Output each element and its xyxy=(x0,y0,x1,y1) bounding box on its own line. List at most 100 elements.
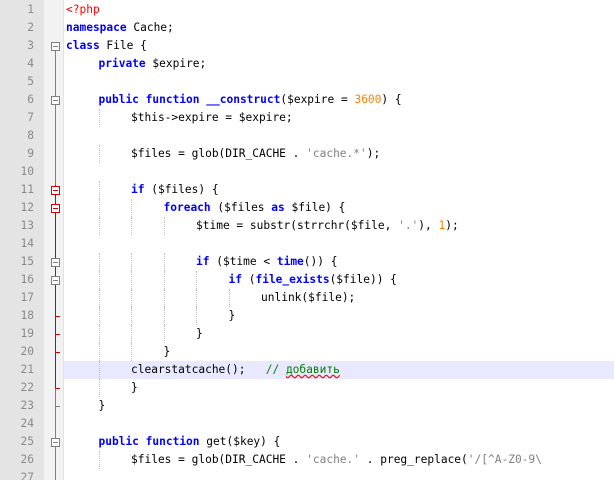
indent-guide xyxy=(163,271,165,289)
code-line[interactable] xyxy=(64,73,614,91)
code-editor[interactable]: 1 2 3 4 5 6 7 8 9 10 11 12 13 14 15 16 17 18 19 20 21 22 23 24 2… xyxy=(0,0,614,480)
code-line[interactable]: namespace Cache; xyxy=(64,19,614,37)
code-line[interactable]: if ($time < time()) { xyxy=(64,253,614,271)
code-line[interactable]: <?php xyxy=(64,1,614,19)
code-line[interactable]: private $expire; xyxy=(64,55,614,73)
code-line[interactable] xyxy=(64,127,614,145)
code-line[interactable]: } xyxy=(64,325,614,343)
fold-end-marker xyxy=(55,334,60,335)
code-token: public function __construct xyxy=(98,93,281,106)
code-text: $time = substr(strrchr($file, '.'), 1); xyxy=(196,217,459,235)
indent-guide xyxy=(98,379,100,397)
code-text: } xyxy=(131,379,138,397)
code-token: ($files) { xyxy=(144,183,219,196)
fold-toggle-icon[interactable] xyxy=(51,186,60,195)
line-number: 22 xyxy=(20,381,34,394)
code-line[interactable]: $files = glob(DIR_CACHE . 'cache.*'); xyxy=(64,145,614,163)
code-line[interactable]: public function __construct($expire = 36… xyxy=(64,91,614,109)
code-token: if xyxy=(131,183,145,196)
fold-toggle-icon[interactable] xyxy=(51,276,60,285)
indent-guide xyxy=(131,307,132,325)
indent-guide xyxy=(131,289,132,307)
code-token: $expire; xyxy=(145,57,207,70)
code-line[interactable] xyxy=(64,469,614,480)
line-number: 3 xyxy=(27,39,34,52)
code-text: $this->expire = $expire; xyxy=(131,109,293,127)
indent-guide xyxy=(98,307,100,325)
code-text: <?php xyxy=(66,1,100,19)
indent-guide xyxy=(131,271,132,289)
code-line[interactable]: } xyxy=(64,379,614,397)
code-token: ($files xyxy=(210,201,272,214)
code-token: clearstatcache(); xyxy=(131,363,266,376)
indent-guide xyxy=(98,289,100,307)
code-token: $file) { xyxy=(284,201,346,214)
indent-guide xyxy=(196,289,197,307)
code-line[interactable]: $this->expire = $expire; xyxy=(64,109,614,127)
code-text: } xyxy=(196,325,203,343)
code-text: if ($time < time()) { xyxy=(196,253,337,271)
code-text: } xyxy=(164,343,171,361)
line-number: 23 xyxy=(20,399,34,412)
code-token: добавить xyxy=(285,363,340,376)
code-text: if (file_exists($file)) { xyxy=(229,271,397,289)
code-token: // xyxy=(265,363,286,376)
line-number-gutter: 1 2 3 4 5 6 7 8 9 10 11 12 13 14 15 16 17 18 19 20 21 22 23 24 2… xyxy=(0,0,44,480)
indent-guide xyxy=(163,253,165,271)
code-token: ($expire = xyxy=(280,93,355,106)
fold-end-marker xyxy=(55,352,60,353)
indent-guide xyxy=(131,253,132,271)
code-token: $files = glob(DIR_CACHE . xyxy=(131,147,307,160)
indent-guide xyxy=(98,145,100,163)
line-number: 26 xyxy=(20,453,34,466)
code-text: class File { xyxy=(66,37,147,55)
current-code-line[interactable]: clearstatcache(); // добавить xyxy=(64,361,614,379)
fold-end-marker xyxy=(55,316,60,317)
code-line[interactable] xyxy=(64,235,614,253)
code-token: as xyxy=(271,201,285,214)
indent-guide xyxy=(98,361,100,379)
code-token: } xyxy=(196,327,203,340)
code-token: 3600 xyxy=(354,93,382,106)
indent-guide xyxy=(163,289,165,307)
code-line[interactable]: unlink($file); xyxy=(64,289,614,307)
code-token: $files = glob(DIR_CACHE . xyxy=(131,453,307,466)
code-line[interactable]: $files = glob(DIR_CACHE . 'cache.' . pre… xyxy=(64,451,614,469)
fold-toggle-icon[interactable] xyxy=(51,258,60,267)
code-text: public function __construct($expire = 36… xyxy=(99,91,402,109)
code-token: } xyxy=(131,381,138,394)
fold-toggle-icon[interactable] xyxy=(51,42,60,51)
code-token: '.' xyxy=(398,219,419,232)
indent-guide xyxy=(98,343,100,361)
line-number: 5 xyxy=(27,75,34,88)
code-line[interactable]: public function get($key) { xyxy=(64,433,614,451)
fold-toggle-icon[interactable] xyxy=(51,96,60,105)
code-line[interactable] xyxy=(64,415,614,433)
code-token: get($key) { xyxy=(199,435,281,448)
code-token: } xyxy=(228,309,236,322)
code-token: $time = substr(strrchr($file, xyxy=(196,219,399,232)
code-line[interactable]: foreach ($files as $file) { xyxy=(64,199,614,217)
code-token: public function xyxy=(98,435,200,448)
code-line[interactable]: } xyxy=(64,397,614,415)
line-number: 8 xyxy=(27,129,34,142)
code-line[interactable]: if (file_exists($file)) { xyxy=(64,271,614,289)
code-line[interactable] xyxy=(64,163,614,181)
code-line[interactable]: $time = substr(strrchr($file, '.'), 1); xyxy=(64,217,614,235)
code-line[interactable]: if ($files) { xyxy=(64,181,614,199)
code-token: } xyxy=(163,345,171,358)
code-token: File { xyxy=(99,39,147,52)
fold-margin[interactable] xyxy=(44,0,64,480)
indent-guide xyxy=(131,217,132,235)
line-number: 6 xyxy=(27,93,34,106)
indent-guide xyxy=(131,199,132,217)
code-line[interactable]: } xyxy=(64,343,614,361)
code-token: ($file)) { xyxy=(329,273,397,286)
code-line[interactable]: class File { xyxy=(64,37,614,55)
code-token: ); xyxy=(366,147,381,160)
line-number: 19 xyxy=(20,327,34,340)
fold-toggle-icon[interactable] xyxy=(51,438,60,447)
code-line[interactable]: } xyxy=(64,307,614,325)
line-number: 20 xyxy=(20,345,34,358)
fold-toggle-icon[interactable] xyxy=(51,204,60,213)
